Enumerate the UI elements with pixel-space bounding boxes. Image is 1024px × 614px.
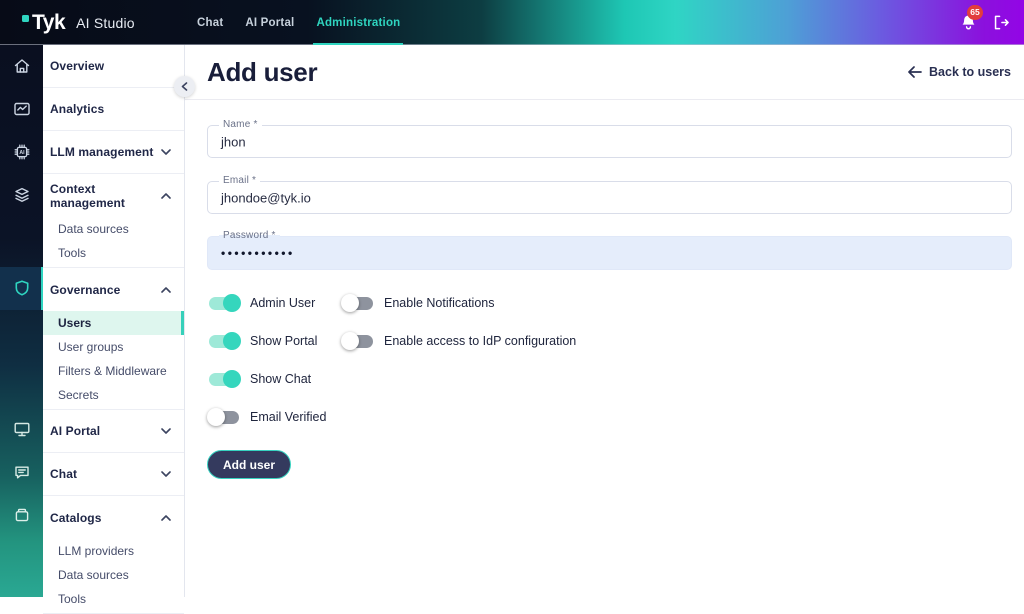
sidebar-item-label: Catalogs — [50, 510, 102, 525]
back-link-label: Back to users — [929, 65, 1011, 79]
toggle-show-chat[interactable]: Show Chat — [207, 360, 341, 398]
app-window: Tyk AI Studio Chat AI Portal Administrat… — [0, 0, 1024, 614]
name-field[interactable]: Name * jhon — [207, 119, 1012, 158]
sidebar-item-label: Overview — [50, 59, 105, 73]
sidebar-item-data-sources[interactable]: Data sources — [43, 217, 184, 241]
logout-icon — [994, 15, 1009, 30]
email-verified-switch[interactable] — [207, 407, 241, 427]
tab-ai-portal[interactable]: AI Portal — [234, 0, 305, 45]
top-bar: Tyk AI Studio Chat AI Portal Administrat… — [0, 0, 1024, 45]
analytics-icon[interactable] — [0, 99, 43, 119]
chevron-up-icon — [161, 192, 171, 199]
sidebar-group-context-management: Context management Data sources Tools — [43, 174, 184, 268]
chevron-up-icon — [161, 286, 171, 293]
chevron-up-icon — [161, 514, 171, 521]
toggle-label: Enable Notifications — [384, 296, 495, 310]
email-field[interactable]: Email * jhondoe@tyk.io — [207, 175, 1012, 214]
shield-icon[interactable] — [0, 278, 43, 298]
name-field-value: jhon — [221, 134, 246, 149]
brand-name: Tyk — [32, 10, 66, 34]
back-to-users-link[interactable]: Back to users — [908, 65, 1011, 79]
main-content: Add user Back to users Name * jhon Email… — [185, 45, 1024, 597]
logout-button[interactable] — [991, 13, 1010, 32]
sidebar-item-secrets[interactable]: Secrets — [43, 383, 184, 407]
top-nav: Chat AI Portal Administration — [186, 0, 411, 45]
toggle-label: Enable access to IdP configuration — [384, 334, 577, 348]
tyk-logo[interactable]: Tyk AI Studio — [22, 0, 135, 45]
email-field-label: Email * — [219, 175, 261, 186]
show-portal-switch[interactable] — [207, 331, 241, 351]
chevron-down-icon — [161, 471, 171, 477]
product-name: AI Studio — [76, 14, 135, 31]
notification-badge: 65 — [967, 4, 983, 20]
page-title: Add user — [207, 56, 318, 87]
svg-text:AI: AI — [19, 150, 25, 156]
chat-bubble-icon[interactable] — [0, 462, 43, 482]
toggle-enable-notifications[interactable]: Enable Notifications — [341, 284, 576, 322]
sidebar-item-context-management[interactable]: Context management — [43, 174, 184, 217]
toggle-show-portal[interactable]: Show Portal — [207, 322, 341, 360]
sidebar-item-label: AI Portal — [50, 424, 101, 438]
sidebar-item-ai-portal[interactable]: AI Portal — [43, 410, 184, 453]
chevron-down-icon — [161, 428, 171, 434]
sidebar-item-label: LLM management — [50, 145, 154, 159]
page-header: Add user Back to users — [185, 45, 1024, 100]
sidebar-group-catalogs: Catalogs LLM providers Data sources Tool… — [43, 496, 184, 614]
sidebar-item-llm-providers[interactable]: LLM providers — [43, 539, 184, 563]
ai-chip-icon[interactable]: AI — [0, 142, 43, 162]
tyk-logo-mark-icon — [22, 14, 29, 22]
sidebar-item-governance[interactable]: Governance — [43, 268, 184, 311]
sidebar-group-governance: Governance Users User groups Filters & M… — [43, 268, 184, 410]
name-field-label: Name * — [219, 119, 262, 130]
toggle-idp-access[interactable]: Enable access to IdP configuration — [341, 322, 576, 360]
monitor-icon[interactable] — [0, 419, 43, 439]
toggle-admin-user[interactable]: Admin User — [207, 284, 341, 322]
icon-rail: AI — [0, 45, 43, 597]
sidebar-item-user-groups[interactable]: User groups — [43, 335, 184, 359]
sidebar-item-label: Chat — [50, 467, 78, 481]
layers-icon[interactable] — [0, 185, 43, 205]
topbar-actions: 65 — [959, 0, 1010, 45]
sidebar-item-users[interactable]: Users — [43, 311, 184, 335]
sidebar-item-label: Context management — [50, 181, 126, 210]
sidebar-item-tools-catalog[interactable]: Tools — [43, 587, 184, 611]
sidebar-item-tools[interactable]: Tools — [43, 241, 184, 265]
toggle-label: Show Chat — [250, 372, 312, 386]
catalog-box-icon[interactable] — [0, 505, 43, 525]
enable-notifications-switch[interactable] — [341, 293, 375, 313]
toggle-label: Show Portal — [250, 334, 318, 348]
notifications-button[interactable]: 65 — [959, 4, 983, 34]
sidebar-item-chat[interactable]: Chat — [43, 453, 184, 496]
sidebar-item-label: Analytics — [50, 102, 105, 116]
sidebar-collapse-button[interactable] — [174, 76, 195, 97]
toggle-label: Admin User — [250, 296, 316, 310]
sidebar-item-overview[interactable]: Overview — [43, 45, 184, 88]
add-user-button[interactable]: Add user — [207, 450, 292, 479]
password-field-value: ••••••••••• — [221, 246, 295, 260]
sidebar-item-filters-middleware[interactable]: Filters & Middleware — [43, 359, 184, 383]
sidebar-item-llm-management[interactable]: LLM management — [43, 131, 184, 174]
sidebar-item-analytics[interactable]: Analytics — [43, 88, 184, 131]
toggle-grid: Admin User Enable Notifications Show Por… — [207, 284, 576, 436]
idp-access-switch[interactable] — [341, 331, 375, 351]
arrow-left-icon — [908, 66, 922, 78]
toggle-label: Email Verified — [250, 410, 327, 424]
chevron-down-icon — [161, 149, 171, 155]
toggle-email-verified[interactable]: Email Verified — [207, 398, 341, 436]
chevron-left-icon — [181, 82, 188, 91]
sidebar-item-catalogs[interactable]: Catalogs — [43, 496, 184, 539]
password-field[interactable]: Password * ••••••••••• — [207, 230, 1012, 270]
sidebar-item-label: Governance — [50, 282, 121, 297]
tab-chat[interactable]: Chat — [186, 0, 234, 45]
admin-user-switch[interactable] — [207, 293, 241, 313]
sidebar: Overview Analytics LLM management Contex… — [43, 45, 185, 614]
password-field-label: Password * — [219, 230, 280, 241]
show-chat-switch[interactable] — [207, 369, 241, 389]
sidebar-item-data-sources-catalog[interactable]: Data sources — [43, 563, 184, 587]
email-field-value: jhondoe@tyk.io — [221, 190, 311, 205]
tab-administration[interactable]: Administration — [305, 0, 411, 45]
home-icon[interactable] — [0, 56, 43, 76]
